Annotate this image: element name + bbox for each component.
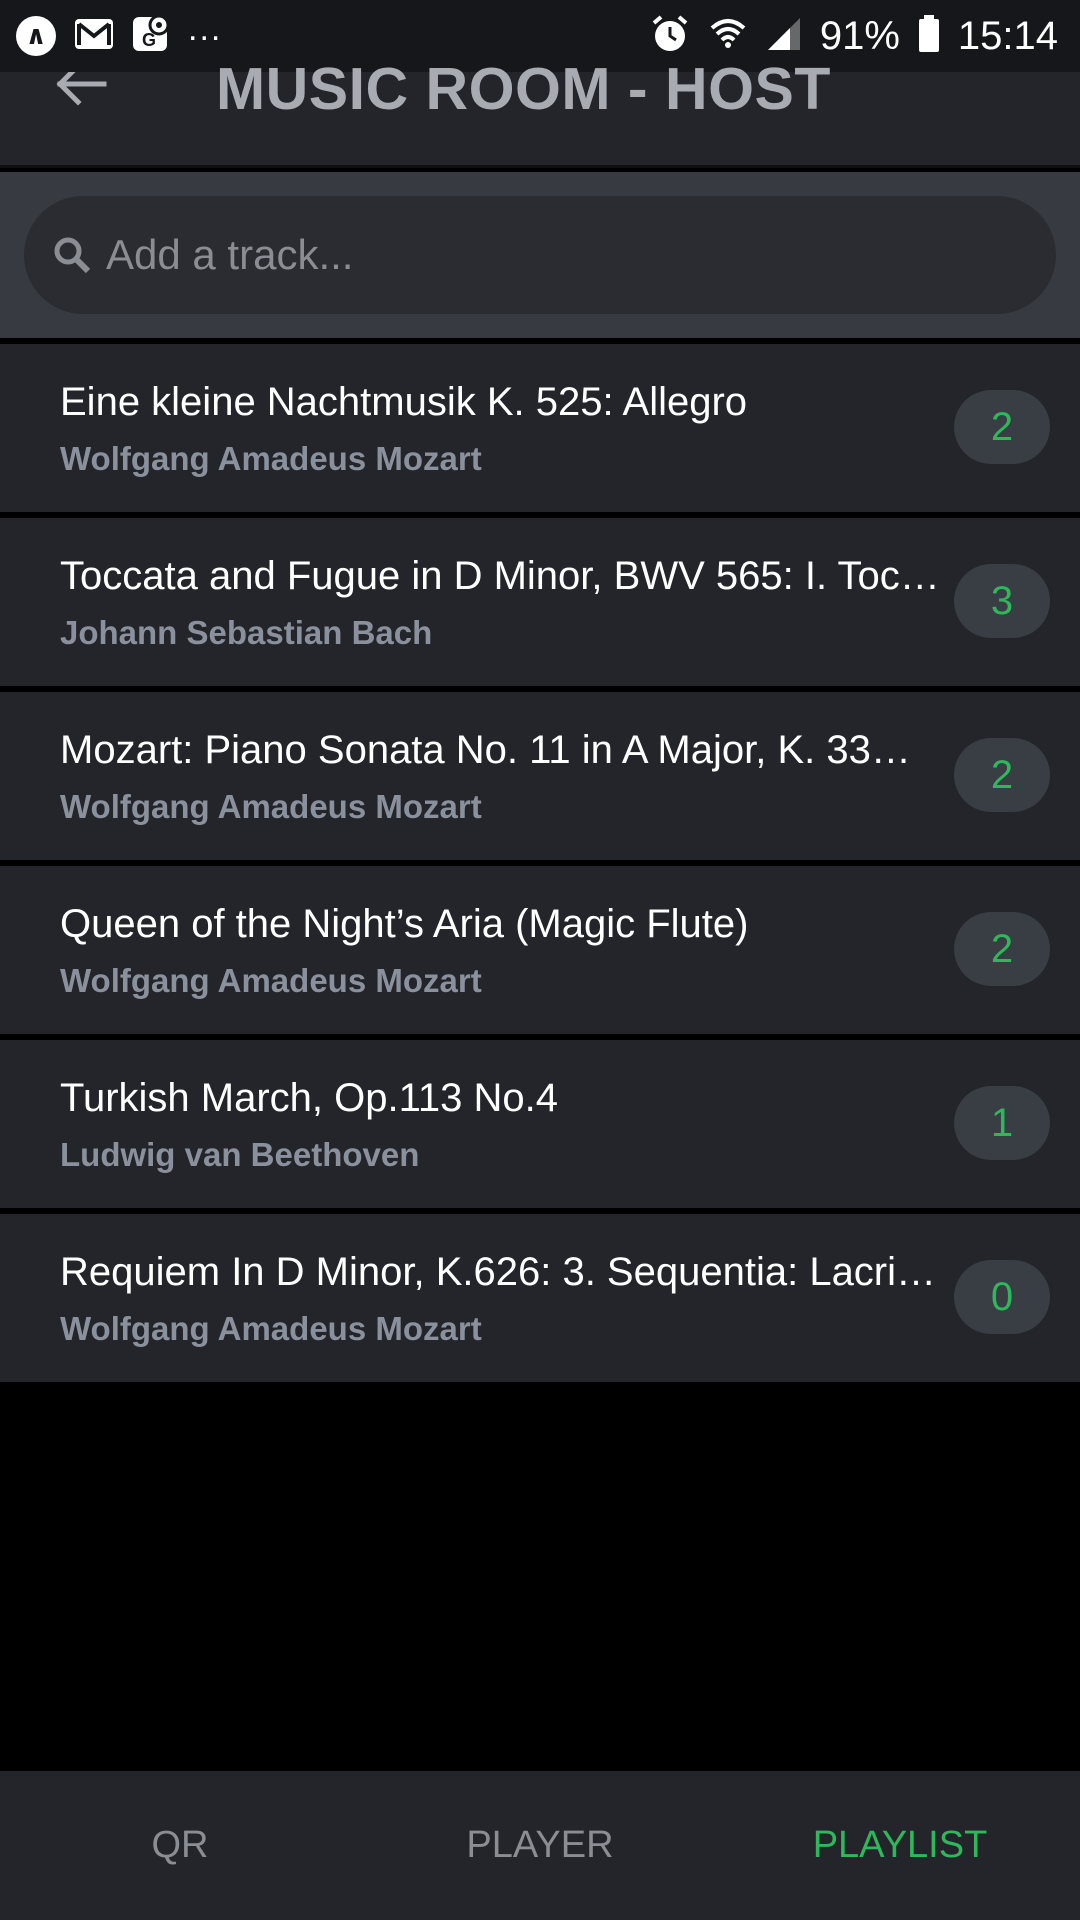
maps-icon: G [132,13,170,60]
tab-playlist[interactable]: PLAYLIST [720,1771,1080,1920]
track-item[interactable]: Toccata and Fugue in D Minor, BWV 565: I… [0,518,1080,686]
tab-qr[interactable]: QR [0,1771,360,1920]
vote-count-badge[interactable]: 1 [954,1086,1050,1160]
track-artist: Wolfgang Amadeus Mozart [60,1310,482,1347]
track-artist: Ludwig van Beethoven [60,1136,420,1173]
app-notification-icon: ∧ [16,16,56,56]
status-right: 91% 15:14 [650,14,1058,59]
track-title: Turkish March, Op.113 No.4 [60,1076,558,1120]
search-input[interactable] [104,230,1008,280]
arrow-back-icon [56,62,107,106]
back-button[interactable] [52,62,116,116]
track-title: Eine kleine Nachtmusik K. 525: Allegro [60,380,748,424]
search-bar-container [0,172,1080,338]
track-title: Mozart: Piano Sonata No. 11 in A Major, … [60,728,911,772]
track-artist: Wolfgang Amadeus Mozart [60,962,482,999]
search-bar[interactable] [24,196,1056,314]
wifi-icon [708,14,748,59]
alarm-icon [650,14,690,59]
track-item[interactable]: Mozart: Piano Sonata No. 11 in A Major, … [0,692,1080,860]
battery-percent: 91% [819,13,900,58]
track-item[interactable]: Eine kleine Nachtmusik K. 525: Allegro W… [0,344,1080,512]
track-title: Queen of the Night’s Aria (Magic Flute) [60,902,749,946]
bottom-navigation: QR PLAYER PLAYLIST [0,1771,1080,1920]
signal-icon [766,16,802,57]
vote-count-badge[interactable]: 2 [954,390,1050,464]
status-left: ∧ G ... [16,9,223,60]
battery-icon [918,14,940,58]
gmail-icon [74,18,114,55]
vote-count-badge[interactable]: 2 [954,912,1050,986]
track-item[interactable]: Turkish March, Op.113 No.4 Ludwig van Be… [0,1040,1080,1208]
vote-count-badge[interactable]: 2 [954,738,1050,812]
app-header: MUSIC ROOM - HOST [0,56,1080,168]
track-artist: Johann Sebastian Bach [60,614,433,651]
more-notifications: ... [188,9,223,48]
vote-count-badge[interactable]: 0 [954,1260,1050,1334]
clock: 15:14 [957,13,1058,58]
page-title: MUSIC ROOM - HOST [216,56,831,122]
track-title: Toccata and Fugue in D Minor, BWV 565: I… [60,554,940,598]
playlist: Eine kleine Nachtmusik K. 525: Allegro W… [0,344,1080,1388]
track-item[interactable]: Requiem In D Minor, K.626: 3. Sequentia:… [0,1214,1080,1382]
track-artist: Wolfgang Amadeus Mozart [60,788,482,825]
track-artist: Wolfgang Amadeus Mozart [60,440,482,477]
vote-count-badge[interactable]: 3 [954,564,1050,638]
track-title: Requiem In D Minor, K.626: 3. Sequentia:… [60,1250,937,1294]
tab-player[interactable]: PLAYER [360,1771,720,1920]
track-item[interactable]: Queen of the Night’s Aria (Magic Flute) … [0,866,1080,1034]
search-icon [54,237,91,274]
